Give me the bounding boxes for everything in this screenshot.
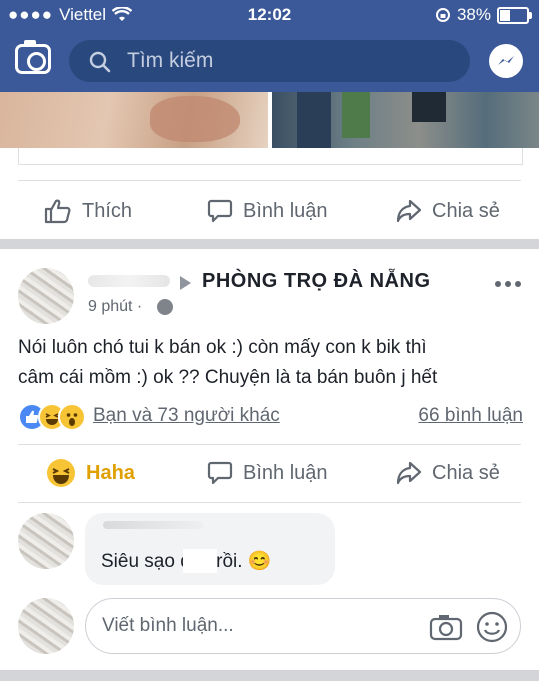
caret-right-icon (180, 276, 191, 290)
share-button[interactable]: Chia sẻ (396, 182, 500, 240)
comment-count[interactable]: 66 bình luận (418, 405, 523, 427)
comment-label: Bình luận (243, 199, 328, 222)
divider (18, 180, 521, 181)
comment-label: Bình luận (243, 461, 328, 484)
comment-input[interactable]: Viết bình luận... (102, 615, 234, 637)
post-actions: Haha Bình luận Chia sẻ (0, 444, 539, 502)
reactions-bar: Bạn và 73 người khác 66 bình luận (18, 403, 523, 431)
camera-icon[interactable] (429, 613, 463, 641)
comment-icon (207, 199, 233, 223)
camera-icon[interactable] (15, 40, 51, 74)
group-name[interactable]: PHÒNG TRỌ ĐÀ NẴNG (202, 270, 431, 293)
comment-bubble[interactable]: Siêu sạo đây rồi. 😊 (85, 513, 335, 585)
post-text-line: câm cái mồm :) ok ?? Chuyện là ta bán bu… (18, 367, 438, 388)
post-separator (0, 670, 539, 681)
battery-icon (497, 6, 532, 24)
previous-post-photos (0, 92, 539, 148)
status-bar: ●●●● Viettel 12:02 38% (0, 0, 539, 30)
comment-icon (207, 461, 233, 485)
redaction-mask (183, 549, 217, 573)
divider (18, 502, 521, 503)
share-button[interactable]: Chia sẻ (396, 444, 500, 502)
photo-left[interactable] (0, 92, 268, 148)
haha-label: Haha (86, 461, 135, 484)
haha-button[interactable]: Haha (46, 444, 135, 502)
globe-icon (157, 299, 173, 315)
search-input[interactable]: Tìm kiếm (127, 49, 213, 73)
haha-icon (47, 459, 75, 487)
author-name-redacted[interactable] (88, 275, 170, 287)
status-right: 38% (435, 5, 532, 25)
comment-button[interactable]: Bình luận (207, 444, 328, 502)
previous-post-actions: Thích Bình luận Chia sẻ (0, 182, 539, 240)
more-options-icon[interactable] (495, 281, 521, 287)
comment-composer[interactable]: Viết bình luận... (85, 598, 521, 654)
thumbs-up-icon (44, 199, 71, 224)
post-separator (0, 239, 539, 249)
commenter-avatar[interactable] (18, 513, 74, 569)
wow-reaction-icon (58, 403, 86, 431)
battery-percent: 38% (456, 5, 491, 24)
like-label: Thích (82, 199, 133, 222)
like-button[interactable]: Thích (44, 182, 132, 240)
emoji-icon[interactable] (476, 611, 508, 643)
comment-button[interactable]: Bình luận (207, 182, 328, 240)
messenger-icon[interactable] (489, 44, 523, 78)
share-icon (396, 199, 422, 223)
share-label: Chia sẻ (432, 461, 500, 484)
post-text-line: Nói luôn chó tui k bán ok :) còn mấy con… (18, 337, 427, 358)
post-time[interactable]: 9 phút · (88, 298, 142, 316)
reactions-summary[interactable]: Bạn và 73 người khác (93, 405, 280, 427)
avatar[interactable] (18, 268, 74, 324)
search-icon (89, 51, 111, 73)
share-icon (396, 461, 422, 485)
share-label: Chia sẻ (432, 199, 500, 222)
post-body: Nói luôn chó tui k bán ok :) còn mấy con… (18, 333, 523, 393)
my-avatar[interactable] (18, 598, 74, 654)
commenter-name-redacted[interactable] (103, 521, 203, 529)
photo-right[interactable] (272, 92, 539, 148)
top-navbar: Tìm kiếm (0, 30, 539, 92)
attachment-frame (18, 148, 523, 165)
rotation-lock-icon (435, 8, 450, 22)
search-bar[interactable]: Tìm kiếm (69, 40, 470, 82)
